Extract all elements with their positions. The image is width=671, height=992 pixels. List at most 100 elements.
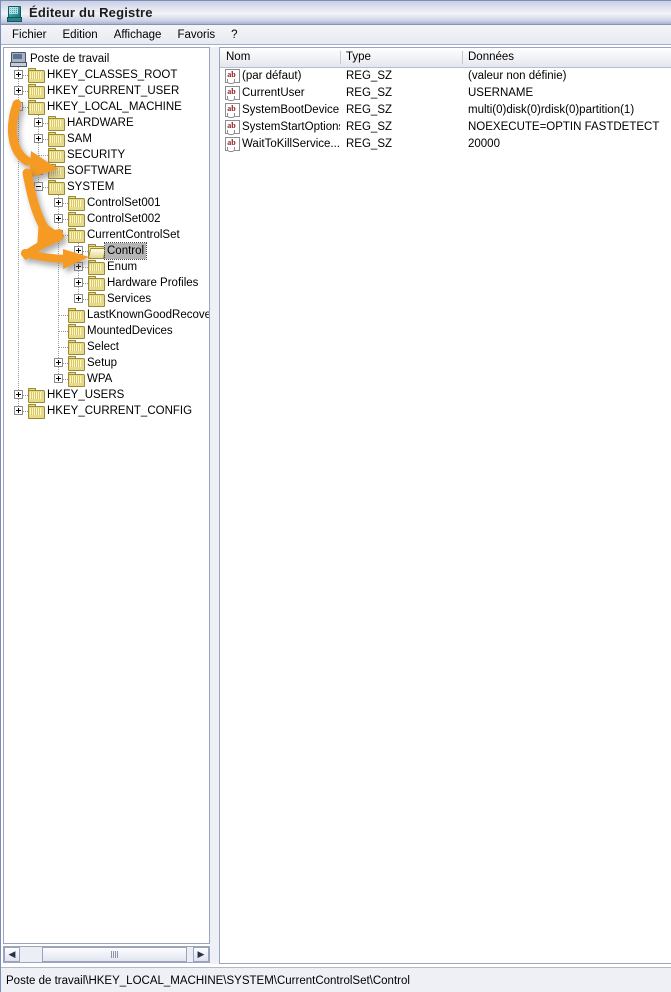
expand-icon[interactable] — [74, 262, 83, 271]
scroll-right-button[interactable]: ▶ — [193, 947, 209, 962]
column-header-donn-es[interactable]: Données — [462, 48, 670, 67]
menu-item-affichage[interactable]: Affichage — [106, 27, 170, 43]
menu-item-edition[interactable]: Edition — [55, 27, 106, 43]
expand-icon[interactable] — [34, 166, 43, 175]
table-row[interactable]: ab CurrentUser REG_SZ USERNAME — [220, 85, 671, 102]
tree-horizontal-scrollbar[interactable]: ◀ ▶ — [3, 946, 210, 963]
tree-item-label: WPA — [87, 373, 113, 385]
tree-item-hkey-classes-root[interactable]: HKEY_CLASSES_ROOT — [4, 67, 209, 83]
expand-icon[interactable] — [74, 294, 83, 303]
tree-item-control[interactable]: Control — [4, 242, 209, 260]
tree-item-hkey-current-user[interactable]: HKEY_CURRENT_USER — [4, 83, 209, 99]
folder-icon — [68, 356, 85, 371]
tree-item-services[interactable]: Services — [4, 291, 209, 307]
tree-item-label: CurrentControlSet — [87, 229, 180, 241]
expand-icon[interactable] — [54, 358, 63, 367]
tree-item-lastknowngoodrecovery[interactable]: LastKnownGoodRecovery — [4, 307, 209, 323]
expand-icon[interactable] — [34, 134, 43, 143]
tree-item-select[interactable]: Select — [4, 339, 209, 355]
folder-icon — [48, 164, 65, 179]
tree-item-controlset002[interactable]: ControlSet002 — [4, 211, 209, 227]
column-separator[interactable] — [462, 51, 463, 64]
registry-values-pane[interactable]: Nom Type Données ab (par défaut) REG_SZ (vale… — [219, 47, 671, 964]
registry-tree-pane[interactable]: Poste de travail HKEY_CLASSES_ROOT HKEY_CU… — [3, 47, 210, 944]
folder-icon — [88, 276, 105, 291]
tree-item-currentcontrolset[interactable]: CurrentControlSet — [4, 227, 209, 243]
collapse-icon[interactable] — [14, 102, 23, 111]
tree-item-label: HKEY_CURRENT_USER — [47, 85, 180, 97]
expand-icon[interactable] — [54, 374, 63, 383]
collapse-icon[interactable] — [34, 182, 43, 191]
tree-item-mounteddevices[interactable]: MountedDevices — [4, 323, 209, 339]
column-header-type[interactable]: Type — [340, 48, 462, 67]
tree-item-software[interactable]: SOFTWARE — [4, 163, 209, 179]
folder-icon — [48, 148, 65, 163]
expand-icon[interactable] — [14, 406, 23, 415]
folder-icon — [28, 404, 45, 419]
tree-item-enum[interactable]: Enum — [4, 259, 209, 275]
folder-icon — [48, 132, 65, 147]
registry-values-list: ab (par défaut) REG_SZ (valeur non définie)… — [220, 68, 671, 153]
value-type: REG_SZ — [346, 70, 393, 82]
computer-icon — [10, 52, 27, 67]
expand-icon[interactable] — [14, 70, 23, 79]
tree-item-wpa[interactable]: WPA — [4, 371, 209, 387]
title-bar: Éditeur du Registre — [1, 1, 671, 25]
tree-item-system[interactable]: SYSTEM — [4, 179, 209, 195]
tree-connector-stub — [59, 347, 68, 348]
expand-icon[interactable] — [74, 246, 83, 255]
value-data: USERNAME — [468, 87, 534, 99]
tree-item-sam[interactable]: SAM — [4, 131, 209, 147]
folder-icon — [68, 308, 85, 323]
window-title: Éditeur du Registre — [29, 5, 153, 20]
menu-item-fichier[interactable]: Fichier — [4, 27, 55, 43]
tree-item-hkey-users[interactable]: HKEY_USERS — [4, 387, 209, 403]
scroll-track[interactable] — [20, 947, 193, 962]
tree-item-controlset001[interactable]: ControlSet001 — [4, 195, 209, 211]
column-separator[interactable] — [340, 51, 341, 64]
folder-icon — [48, 180, 65, 195]
scroll-thumb[interactable] — [42, 947, 187, 962]
value-name: WaitToKillService... — [242, 138, 340, 150]
status-path: Poste de travail\HKEY_LOCAL_MACHINE\SYST… — [6, 974, 410, 987]
tree-item-poste-de-travail[interactable]: Poste de travail — [4, 51, 209, 67]
tree-item-setup[interactable]: Setup — [4, 355, 209, 371]
table-row[interactable]: ab WaitToKillService... REG_SZ 20000 — [220, 136, 671, 153]
folder-icon — [88, 292, 105, 307]
folder-icon — [28, 84, 45, 99]
expand-icon[interactable] — [14, 390, 23, 399]
tree-item-label: Services — [107, 293, 152, 305]
expand-icon[interactable] — [14, 86, 23, 95]
expand-icon[interactable] — [54, 214, 63, 223]
tree-item-label: Poste de travail — [30, 53, 110, 65]
tree-item-hardware[interactable]: HARDWARE — [4, 115, 209, 131]
expand-icon[interactable] — [74, 278, 83, 287]
expand-icon[interactable] — [34, 118, 43, 127]
menu-item-favoris[interactable]: Favoris — [169, 27, 223, 43]
status-bar: Poste de travail\HKEY_LOCAL_MACHINE\SYST… — [1, 967, 671, 992]
menu-item-[interactable]: ? — [223, 27, 245, 43]
table-row[interactable]: ab (par défaut) REG_SZ (valeur non définie) — [220, 68, 671, 85]
tree-item-label: SAM — [67, 133, 92, 145]
value-type: REG_SZ — [346, 87, 393, 99]
tree-item-label: HKEY_CURRENT_CONFIG — [47, 405, 193, 417]
column-header-nom[interactable]: Nom — [220, 48, 340, 67]
table-row[interactable]: ab SystemBootDevice REG_SZ multi(0)disk(0)r… — [220, 102, 671, 119]
tree-item-label: LastKnownGoodRecovery — [87, 309, 210, 321]
tree-item-security[interactable]: SECURITY — [4, 147, 209, 163]
tree-item-label: Hardware Profiles — [107, 277, 199, 289]
tree-item-label: Select — [87, 341, 119, 353]
tree-connector-stub — [39, 155, 48, 156]
tree-item-hkey-current-config[interactable]: HKEY_CURRENT_CONFIG — [4, 403, 209, 419]
string-value-icon: ab — [225, 120, 240, 135]
collapse-icon[interactable] — [54, 230, 63, 239]
table-row[interactable]: ab SystemStartOptions REG_SZ NOEXECUTE=OPTI… — [220, 119, 671, 136]
string-value-icon: ab — [225, 69, 240, 84]
tree-item-hardware-profiles[interactable]: Hardware Profiles — [4, 275, 209, 291]
scroll-left-button[interactable]: ◀ — [4, 947, 20, 962]
expand-icon[interactable] — [54, 198, 63, 207]
tree-item-hkey-local-machine[interactable]: HKEY_LOCAL_MACHINE — [4, 99, 209, 115]
tree-item-label: SOFTWARE — [67, 165, 132, 177]
folder-open-icon — [87, 244, 107, 259]
pane-splitter[interactable] — [210, 47, 219, 964]
